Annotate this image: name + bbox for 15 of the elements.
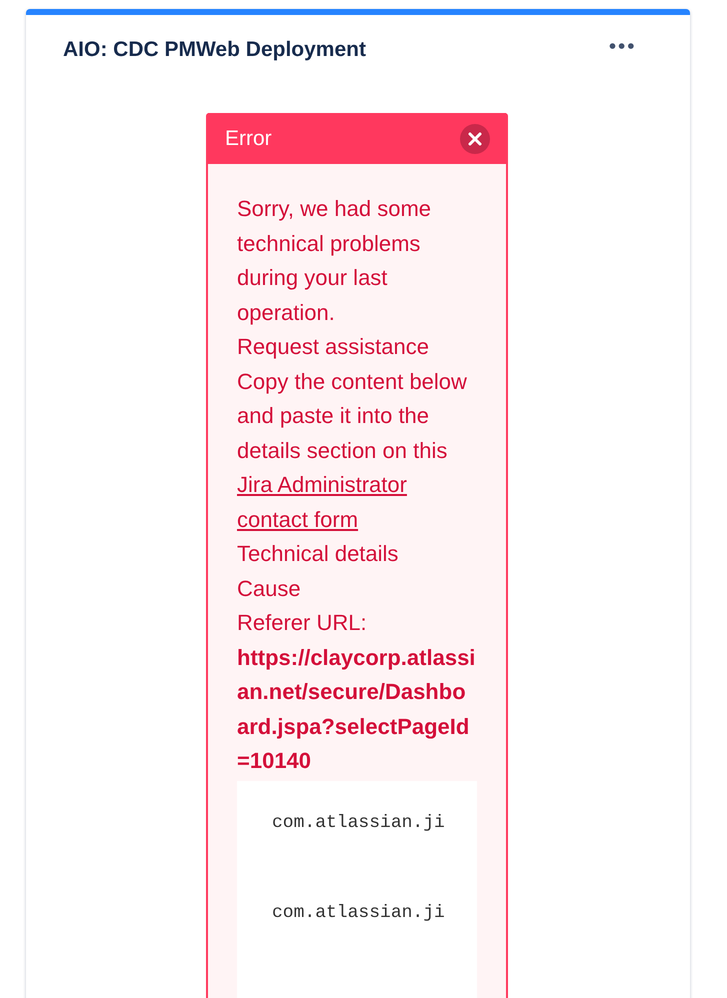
- error-message: Sorry, we had some technical problems during your last operation.: [237, 195, 432, 327]
- referer-url: https://claycorp.atlassian.net/secure/Dashboard.jspa?selectPageId=10140: [237, 644, 476, 775]
- error-title: Error: [225, 126, 272, 150]
- close-button[interactable]: [460, 124, 490, 154]
- card-title: AIO: CDC PMWeb Deployment: [63, 38, 366, 62]
- stack-trace-line: com.atlassian.ji: [272, 902, 446, 924]
- cause-label: Cause: [237, 574, 302, 602]
- referer-label: Referer URL:: [237, 609, 368, 637]
- assistance-heading: Request assistance: [237, 333, 430, 361]
- details-heading: Technical details: [237, 540, 400, 568]
- more-menu-button[interactable]: •••: [607, 37, 653, 62]
- close-icon: [468, 132, 482, 146]
- instructions-text: Copy the content below and paste it into the details section on this: [237, 368, 467, 462]
- stack-trace-line: com.atlassian.ji: [272, 812, 446, 834]
- contact-form-link[interactable]: Jira Administrator contact form: [237, 468, 477, 537]
